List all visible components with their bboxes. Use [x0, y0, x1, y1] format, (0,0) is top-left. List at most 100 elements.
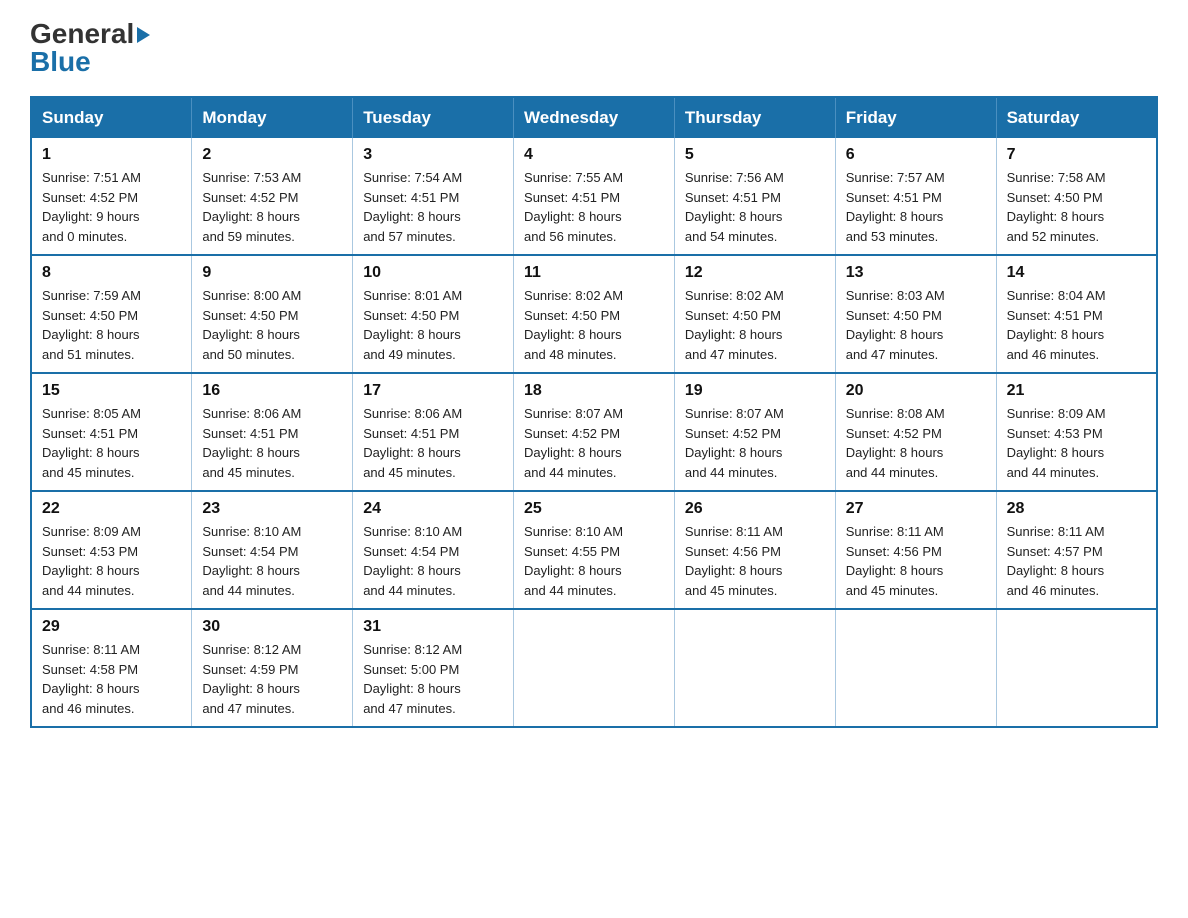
calendar-cell: 30 Sunrise: 8:12 AMSunset: 4:59 PMDaylig…: [192, 609, 353, 727]
calendar-cell: [996, 609, 1157, 727]
day-number: 8: [42, 264, 181, 282]
day-number: 5: [685, 146, 825, 164]
day-info: Sunrise: 8:07 AMSunset: 4:52 PMDaylight:…: [685, 406, 784, 480]
calendar-cell: 2 Sunrise: 7:53 AMSunset: 4:52 PMDayligh…: [192, 138, 353, 255]
calendar-cell: 17 Sunrise: 8:06 AMSunset: 4:51 PMDaylig…: [353, 373, 514, 491]
calendar-cell: 6 Sunrise: 7:57 AMSunset: 4:51 PMDayligh…: [835, 138, 996, 255]
day-number: 11: [524, 264, 664, 282]
calendar-cell: 12 Sunrise: 8:02 AMSunset: 4:50 PMDaylig…: [674, 255, 835, 373]
calendar-cell: 9 Sunrise: 8:00 AMSunset: 4:50 PMDayligh…: [192, 255, 353, 373]
calendar-cell: 23 Sunrise: 8:10 AMSunset: 4:54 PMDaylig…: [192, 491, 353, 609]
calendar-cell: 19 Sunrise: 8:07 AMSunset: 4:52 PMDaylig…: [674, 373, 835, 491]
calendar-cell: 31 Sunrise: 8:12 AMSunset: 5:00 PMDaylig…: [353, 609, 514, 727]
calendar-cell: 13 Sunrise: 8:03 AMSunset: 4:50 PMDaylig…: [835, 255, 996, 373]
day-info: Sunrise: 8:05 AMSunset: 4:51 PMDaylight:…: [42, 406, 141, 480]
day-number: 2: [202, 146, 342, 164]
day-number: 9: [202, 264, 342, 282]
day-info: Sunrise: 8:07 AMSunset: 4:52 PMDaylight:…: [524, 406, 623, 480]
header-friday: Friday: [835, 97, 996, 138]
header-wednesday: Wednesday: [514, 97, 675, 138]
day-info: Sunrise: 8:11 AMSunset: 4:57 PMDaylight:…: [1007, 524, 1105, 598]
day-number: 30: [202, 618, 342, 636]
day-info: Sunrise: 8:10 AMSunset: 4:55 PMDaylight:…: [524, 524, 623, 598]
day-number: 23: [202, 500, 342, 518]
calendar-week-row: 29 Sunrise: 8:11 AMSunset: 4:58 PMDaylig…: [31, 609, 1157, 727]
day-number: 21: [1007, 382, 1146, 400]
day-number: 29: [42, 618, 181, 636]
day-number: 13: [846, 264, 986, 282]
day-number: 31: [363, 618, 503, 636]
day-info: Sunrise: 8:04 AMSunset: 4:51 PMDaylight:…: [1007, 288, 1106, 362]
day-info: Sunrise: 8:08 AMSunset: 4:52 PMDaylight:…: [846, 406, 945, 480]
day-info: Sunrise: 7:56 AMSunset: 4:51 PMDaylight:…: [685, 170, 784, 244]
calendar-cell: 8 Sunrise: 7:59 AMSunset: 4:50 PMDayligh…: [31, 255, 192, 373]
calendar-cell: 20 Sunrise: 8:08 AMSunset: 4:52 PMDaylig…: [835, 373, 996, 491]
day-number: 6: [846, 146, 986, 164]
calendar-cell: [514, 609, 675, 727]
header-tuesday: Tuesday: [353, 97, 514, 138]
calendar-cell: 4 Sunrise: 7:55 AMSunset: 4:51 PMDayligh…: [514, 138, 675, 255]
day-number: 20: [846, 382, 986, 400]
day-info: Sunrise: 8:10 AMSunset: 4:54 PMDaylight:…: [363, 524, 462, 598]
day-info: Sunrise: 8:01 AMSunset: 4:50 PMDaylight:…: [363, 288, 462, 362]
calendar-week-row: 22 Sunrise: 8:09 AMSunset: 4:53 PMDaylig…: [31, 491, 1157, 609]
day-info: Sunrise: 7:54 AMSunset: 4:51 PMDaylight:…: [363, 170, 462, 244]
day-info: Sunrise: 8:02 AMSunset: 4:50 PMDaylight:…: [524, 288, 623, 362]
calendar-cell: 27 Sunrise: 8:11 AMSunset: 4:56 PMDaylig…: [835, 491, 996, 609]
calendar-cell: 29 Sunrise: 8:11 AMSunset: 4:58 PMDaylig…: [31, 609, 192, 727]
header-saturday: Saturday: [996, 97, 1157, 138]
header-sunday: Sunday: [31, 97, 192, 138]
day-number: 22: [42, 500, 181, 518]
calendar-cell: [674, 609, 835, 727]
calendar-cell: 14 Sunrise: 8:04 AMSunset: 4:51 PMDaylig…: [996, 255, 1157, 373]
calendar-cell: 21 Sunrise: 8:09 AMSunset: 4:53 PMDaylig…: [996, 373, 1157, 491]
day-info: Sunrise: 8:06 AMSunset: 4:51 PMDaylight:…: [202, 406, 301, 480]
day-info: Sunrise: 8:10 AMSunset: 4:54 PMDaylight:…: [202, 524, 301, 598]
day-number: 16: [202, 382, 342, 400]
day-number: 3: [363, 146, 503, 164]
day-number: 28: [1007, 500, 1146, 518]
calendar-cell: 18 Sunrise: 8:07 AMSunset: 4:52 PMDaylig…: [514, 373, 675, 491]
day-number: 12: [685, 264, 825, 282]
day-number: 25: [524, 500, 664, 518]
day-number: 15: [42, 382, 181, 400]
day-number: 27: [846, 500, 986, 518]
day-info: Sunrise: 7:51 AMSunset: 4:52 PMDaylight:…: [42, 170, 141, 244]
calendar-cell: 5 Sunrise: 7:56 AMSunset: 4:51 PMDayligh…: [674, 138, 835, 255]
day-number: 17: [363, 382, 503, 400]
calendar-table: SundayMondayTuesdayWednesdayThursdayFrid…: [30, 96, 1158, 728]
day-info: Sunrise: 8:09 AMSunset: 4:53 PMDaylight:…: [42, 524, 141, 598]
calendar-week-row: 1 Sunrise: 7:51 AMSunset: 4:52 PMDayligh…: [31, 138, 1157, 255]
day-info: Sunrise: 8:11 AMSunset: 4:56 PMDaylight:…: [685, 524, 783, 598]
calendar-cell: 16 Sunrise: 8:06 AMSunset: 4:51 PMDaylig…: [192, 373, 353, 491]
calendar-cell: 22 Sunrise: 8:09 AMSunset: 4:53 PMDaylig…: [31, 491, 192, 609]
day-number: 7: [1007, 146, 1146, 164]
day-number: 26: [685, 500, 825, 518]
calendar-cell: 24 Sunrise: 8:10 AMSunset: 4:54 PMDaylig…: [353, 491, 514, 609]
day-number: 1: [42, 146, 181, 164]
logo-general-text: General: [30, 20, 134, 48]
logo-blue-text: Blue: [30, 48, 91, 76]
calendar-cell: 1 Sunrise: 7:51 AMSunset: 4:52 PMDayligh…: [31, 138, 192, 255]
day-number: 4: [524, 146, 664, 164]
page-header: General Blue: [30, 20, 1158, 76]
calendar-week-row: 8 Sunrise: 7:59 AMSunset: 4:50 PMDayligh…: [31, 255, 1157, 373]
logo: General Blue: [30, 20, 150, 76]
day-number: 14: [1007, 264, 1146, 282]
day-info: Sunrise: 8:02 AMSunset: 4:50 PMDaylight:…: [685, 288, 784, 362]
calendar-cell: 28 Sunrise: 8:11 AMSunset: 4:57 PMDaylig…: [996, 491, 1157, 609]
day-info: Sunrise: 8:09 AMSunset: 4:53 PMDaylight:…: [1007, 406, 1106, 480]
logo-triangle-icon: [137, 27, 150, 43]
day-number: 18: [524, 382, 664, 400]
day-number: 19: [685, 382, 825, 400]
calendar-cell: 3 Sunrise: 7:54 AMSunset: 4:51 PMDayligh…: [353, 138, 514, 255]
calendar-header-row: SundayMondayTuesdayWednesdayThursdayFrid…: [31, 97, 1157, 138]
calendar-cell: 15 Sunrise: 8:05 AMSunset: 4:51 PMDaylig…: [31, 373, 192, 491]
day-info: Sunrise: 8:00 AMSunset: 4:50 PMDaylight:…: [202, 288, 301, 362]
day-info: Sunrise: 7:58 AMSunset: 4:50 PMDaylight:…: [1007, 170, 1106, 244]
calendar-cell: 7 Sunrise: 7:58 AMSunset: 4:50 PMDayligh…: [996, 138, 1157, 255]
header-thursday: Thursday: [674, 97, 835, 138]
day-number: 24: [363, 500, 503, 518]
day-info: Sunrise: 7:55 AMSunset: 4:51 PMDaylight:…: [524, 170, 623, 244]
day-info: Sunrise: 8:11 AMSunset: 4:56 PMDaylight:…: [846, 524, 944, 598]
